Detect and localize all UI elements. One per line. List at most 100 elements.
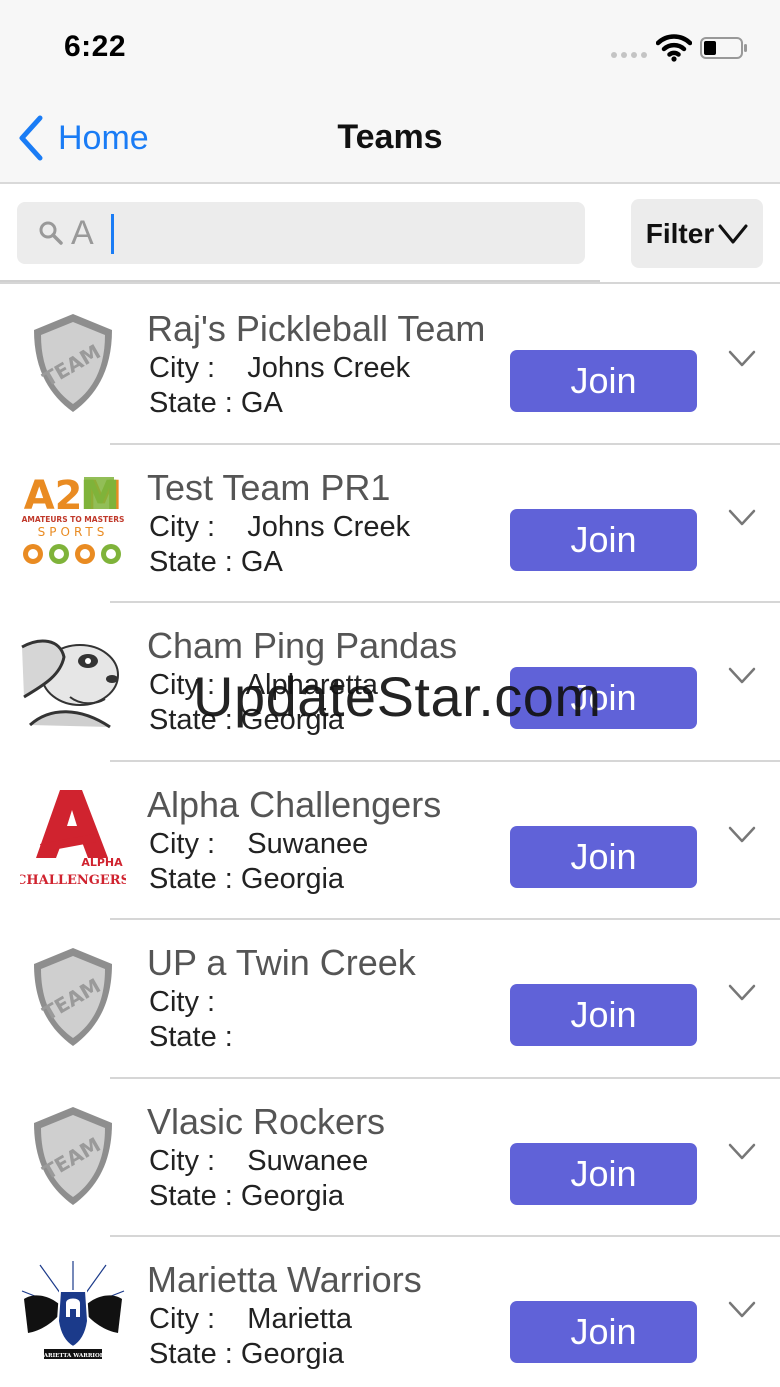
divider (0, 280, 600, 282)
city-label: City : (149, 352, 216, 384)
city-value: Alpharetta (245, 669, 378, 701)
team-state: State : Georgia (149, 1338, 344, 1371)
team-row[interactable]: TEAM UP a Twin Creek City : State : Join (0, 920, 780, 1079)
svg-text:SPORTS: SPORTS (38, 525, 109, 539)
team-city: City : Suwanee (149, 828, 368, 861)
chevron-down-icon[interactable] (728, 509, 756, 527)
chevron-down-icon[interactable] (728, 667, 756, 685)
battery-icon (700, 37, 747, 59)
search-icon (39, 221, 63, 245)
state-label: State : (149, 387, 233, 419)
city-value: Johns Creek (247, 352, 411, 384)
city-label: City : (149, 1303, 216, 1335)
team-name: Vlasic Rockers (147, 1100, 386, 1142)
a2m-sports-logo: A2M M AMATEURS TO MASTERS SPORTS (22, 473, 125, 564)
state-value: GA (240, 545, 283, 578)
team-city: City : Alpharetta (149, 669, 378, 702)
state-label: State : (149, 862, 233, 895)
team-list: TEAM Raj's Pickleball Team City : Johns … (0, 286, 780, 1387)
team-state: State : Georgia (149, 863, 344, 896)
team-row[interactable]: A2M M AMATEURS TO MASTERS SPORTS Test Te… (0, 445, 780, 603)
svg-text:CHALLENGERS: CHALLENGERS (20, 873, 126, 888)
status-bar: 6:22 (0, 0, 780, 96)
city-value: Suwanee (247, 1144, 369, 1177)
chevron-down-icon[interactable] (728, 826, 756, 844)
team-name: Test Team PR1 (147, 466, 391, 508)
chevron-down-icon[interactable] (728, 1301, 756, 1319)
team-name: Cham Ping Pandas (147, 625, 458, 666)
team-city: City : Johns Creek (149, 352, 410, 385)
state-label: State : (149, 704, 233, 736)
cellular-signal-icon (611, 52, 647, 58)
join-button[interactable]: Join (510, 667, 697, 729)
team-row[interactable]: TEAM Raj's Pickleball Team City : Johns … (0, 286, 780, 445)
team-city: City : (149, 986, 247, 1019)
svg-text:AMATEURS TO MASTERS: AMATEURS TO MASTERS (22, 515, 125, 524)
state-value: Georgia (240, 704, 345, 736)
chevron-left-icon (19, 115, 43, 161)
filter-button[interactable]: Filter (631, 199, 763, 268)
filter-label: Filter (645, 217, 715, 249)
search-field[interactable] (17, 202, 585, 264)
state-label: State : (149, 1179, 233, 1212)
state-label: State : (149, 1338, 233, 1370)
team-row[interactable]: ALPHA CHALLENGERS Alpha Challengers City… (0, 762, 780, 920)
team-shield-logo: TEAM (34, 1106, 112, 1205)
team-name: Marietta Warriors (147, 1259, 422, 1300)
text-cursor (111, 214, 114, 254)
join-button[interactable]: Join (510, 350, 697, 412)
city-label: City : (149, 827, 216, 860)
search-input[interactable] (71, 208, 571, 258)
team-row[interactable]: TEAM Vlasic Rockers City : Suwanee State… (0, 1079, 780, 1237)
join-button[interactable]: Join (510, 1301, 697, 1363)
svg-text:MARIETTA WARRIORS: MARIETTA WARRIORS (38, 1353, 109, 1359)
team-state: State : Georgia (149, 1180, 344, 1213)
navigation-bar: Teams Home (0, 96, 780, 184)
back-button-label: Home (58, 118, 149, 157)
join-button[interactable]: Join (510, 1142, 697, 1205)
team-city: City : Johns Creek (149, 511, 410, 544)
svg-text:M: M (80, 473, 120, 519)
join-button[interactable]: Join (510, 508, 697, 571)
alpha-challengers-logo: ALPHA CHALLENGERS (20, 789, 126, 888)
city-value: Marietta (247, 1303, 353, 1335)
join-button[interactable]: Join (510, 825, 697, 888)
city-label: City : (149, 510, 216, 543)
state-value: Georgia (240, 862, 345, 895)
state-value: Georgia (240, 1179, 345, 1212)
team-shield-logo: TEAM (34, 314, 112, 412)
team-state: State : GA (149, 387, 283, 420)
team-shield-logo: TEAM (34, 948, 112, 1046)
city-label: City : (149, 1144, 216, 1177)
city-value: Suwanee (247, 827, 369, 860)
team-state: State : Georgia (149, 704, 344, 737)
city-label: City : (149, 986, 216, 1018)
state-value: Georgia (240, 1338, 345, 1370)
chevron-down-icon (718, 224, 748, 243)
chevron-down-icon[interactable] (728, 984, 756, 1002)
state-value: GA (240, 387, 283, 419)
team-city: City : Marietta (149, 1303, 352, 1336)
team-row[interactable]: Cham Ping Pandas City : Alpharetta State… (0, 603, 780, 762)
city-value: Johns Creek (247, 510, 411, 543)
chevron-down-icon[interactable] (728, 350, 756, 368)
team-state: State : (149, 1021, 241, 1054)
team-name: Raj's Pickleball Team (147, 308, 486, 349)
state-label: State : (149, 545, 233, 578)
city-label: City : (149, 669, 216, 701)
svg-text:ALPHA: ALPHA (81, 856, 123, 869)
team-row[interactable]: MARIETTA WARRIORS Marietta Warriors City… (0, 1237, 780, 1387)
marietta-warriors-logo: MARIETTA WARRIORS (21, 1261, 125, 1359)
back-button[interactable]: Home (16, 114, 149, 162)
wifi-icon (656, 34, 692, 62)
team-city: City : Suwanee (149, 1145, 368, 1178)
search-bar: Filter (0, 184, 780, 284)
join-button[interactable]: Join (510, 984, 697, 1046)
panda-logo (20, 627, 126, 733)
team-state: State : GA (149, 546, 283, 579)
state-label: State : (149, 1021, 233, 1053)
chevron-down-icon[interactable] (728, 1143, 756, 1161)
team-name: Alpha Challengers (147, 783, 442, 825)
team-name: UP a Twin Creek (147, 942, 416, 983)
status-time: 6:22 (64, 30, 127, 63)
